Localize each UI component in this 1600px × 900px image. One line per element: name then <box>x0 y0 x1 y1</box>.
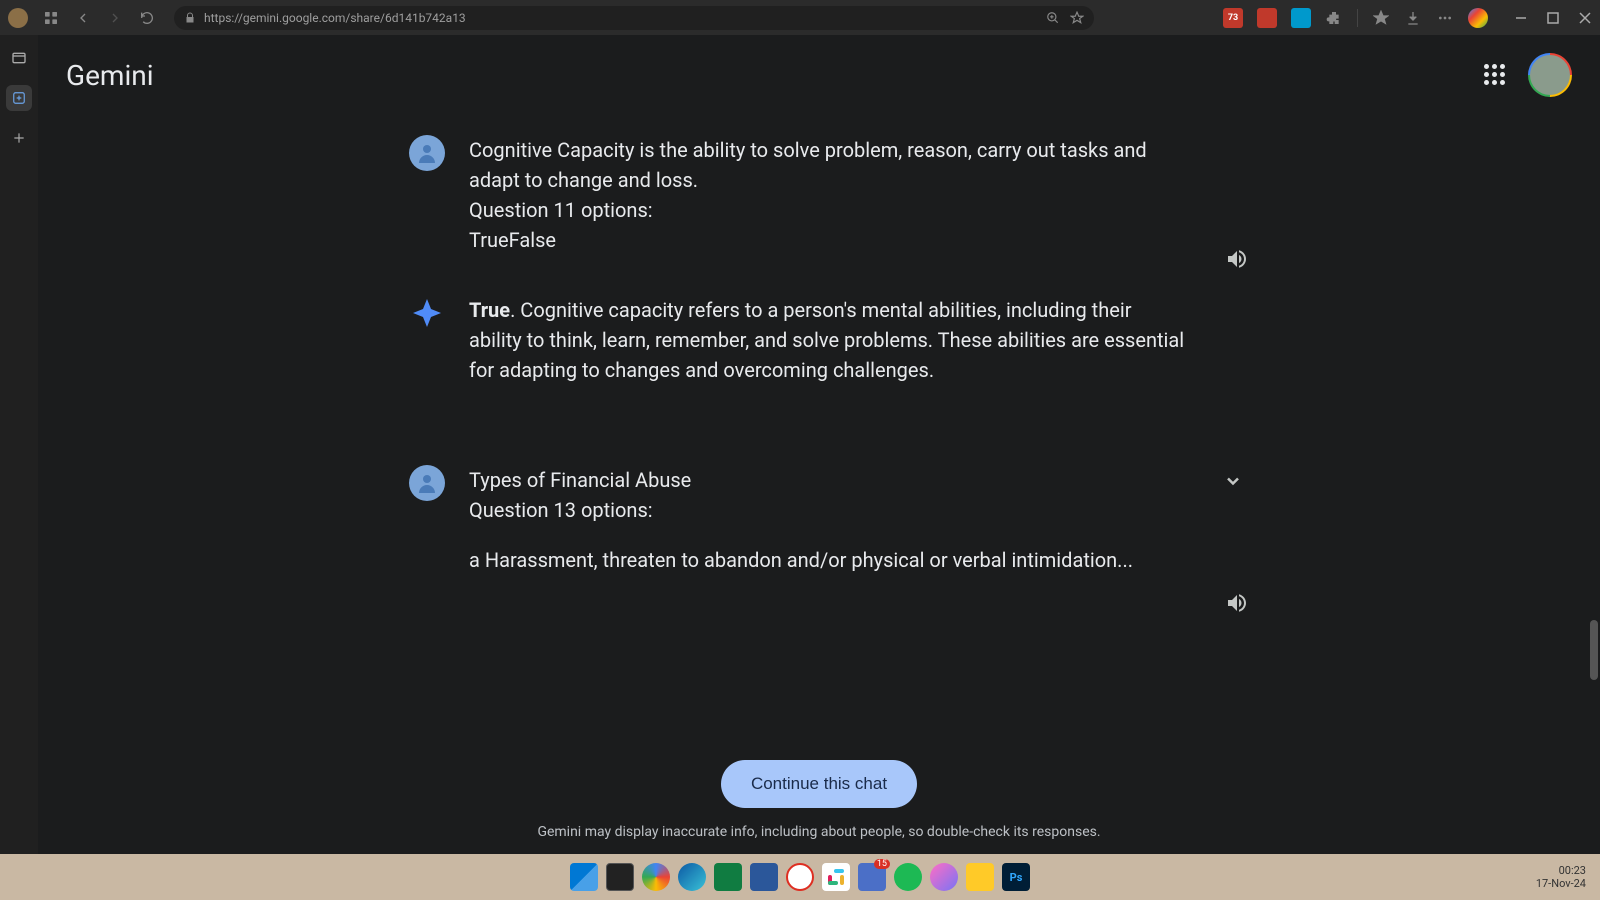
taskbar-clock[interactable]: 00:23 17-Nov-24 <box>1536 864 1600 890</box>
model-text: . Cognitive capacity refers to a person'… <box>469 298 1184 382</box>
taskbar-word-icon[interactable] <box>750 863 778 891</box>
zoom-icon[interactable] <box>1046 11 1060 25</box>
user-message-body: Cognitive Capacity is the ability to sol… <box>469 135 1189 255</box>
taskbar-chrome-icon[interactable] <box>642 863 670 891</box>
taskbar-time: 00:23 <box>1536 864 1586 877</box>
taskbar-spotify-icon[interactable] <box>894 863 922 891</box>
gemini-title[interactable]: Gemini <box>66 59 154 92</box>
user-message: Types of Financial Abuse Question 13 opt… <box>409 465 1229 575</box>
minimize-icon[interactable] <box>1514 11 1528 25</box>
user-text-line: Question 11 options: <box>469 195 1189 225</box>
user-text-line: TrueFalse <box>469 225 1189 255</box>
continue-chat-button[interactable]: Continue this chat <box>721 760 917 808</box>
sidebar-add-icon[interactable] <box>6 125 32 151</box>
browser-toolbar: https://gemini.google.com/share/6d141b74… <box>0 0 1600 35</box>
disclaimer-text: Gemini may display inaccurate info, incl… <box>38 824 1600 854</box>
gemini-header: Gemini <box>38 35 1600 115</box>
url-bar[interactable]: https://gemini.google.com/share/6d141b74… <box>174 6 1094 30</box>
conversation-area: Cognitive Capacity is the ability to sol… <box>38 115 1600 760</box>
sidebar-tabs-icon[interactable] <box>6 45 32 71</box>
user-message: Cognitive Capacity is the ability to sol… <box>409 135 1229 255</box>
taskbar-date: 17-Nov-24 <box>1536 877 1586 890</box>
model-text-bold: True <box>469 298 510 322</box>
taskbar-start-icon[interactable] <box>570 863 598 891</box>
forward-icon[interactable] <box>106 9 124 27</box>
taskbar-slack-icon[interactable] <box>822 863 850 891</box>
user-text-line: Types of Financial Abuse <box>469 465 1133 495</box>
gemini-app: Gemini Cognitive Capacity is the ability… <box>38 35 1600 854</box>
workspaces-icon[interactable] <box>42 9 60 27</box>
extension-blue-icon[interactable] <box>1291 8 1311 28</box>
model-message: True. Cognitive capacity refers to a per… <box>409 295 1229 385</box>
url-text: https://gemini.google.com/share/6d141b74… <box>204 11 466 25</box>
taskbar-teams-icon[interactable]: 15 <box>858 863 886 891</box>
maximize-icon[interactable] <box>1546 11 1560 25</box>
taskbar-edge-icon[interactable] <box>678 863 706 891</box>
google-apps-icon[interactable] <box>1484 64 1506 86</box>
model-message-body: True. Cognitive capacity refers to a per… <box>469 295 1189 385</box>
user-text-line: a Harassment, threaten to abandon and/or… <box>469 545 1133 575</box>
copilot-icon[interactable] <box>1468 8 1488 28</box>
back-icon[interactable] <box>74 9 92 27</box>
taskbar-photoshop-icon[interactable]: Ps <box>1002 863 1030 891</box>
close-icon[interactable] <box>1578 11 1592 25</box>
sidebar-new-tab-icon[interactable] <box>6 85 32 111</box>
extension-red-icon[interactable] <box>1257 8 1277 28</box>
user-avatar-icon <box>409 465 445 501</box>
favorites-icon[interactable] <box>1372 9 1390 27</box>
taskbar-messenger-icon[interactable] <box>930 863 958 891</box>
user-text-line: Cognitive Capacity is the ability to sol… <box>469 135 1189 195</box>
extensions-icon[interactable] <box>1325 9 1343 27</box>
windows-taskbar: 15 Ps 00:23 17-Nov-24 <box>0 854 1600 900</box>
user-avatar-icon <box>409 135 445 171</box>
taskbar-explorer-icon[interactable] <box>966 863 994 891</box>
taskbar-taskview-icon[interactable] <box>606 863 634 891</box>
scrollbar-thumb[interactable] <box>1590 620 1598 680</box>
extension-ublock-icon[interactable]: 73 <box>1223 8 1243 28</box>
user-message-body: Types of Financial Abuse Question 13 opt… <box>469 465 1133 575</box>
downloads-icon[interactable] <box>1404 9 1422 27</box>
browser-profile-icon[interactable] <box>8 8 28 28</box>
user-text-line: Question 13 options: <box>469 495 1133 525</box>
browser-sidebar <box>0 35 38 854</box>
refresh-icon[interactable] <box>138 9 156 27</box>
speaker-icon[interactable] <box>1225 591 1249 615</box>
taskbar-badge: 15 <box>874 859 890 869</box>
chevron-down-icon[interactable] <box>1223 471 1243 491</box>
favorite-icon[interactable] <box>1070 11 1084 25</box>
taskbar-opera-icon[interactable] <box>786 863 814 891</box>
user-avatar[interactable] <box>1528 53 1572 97</box>
more-icon[interactable] <box>1436 9 1454 27</box>
gemini-avatar-icon <box>409 295 445 331</box>
speaker-icon[interactable] <box>1225 247 1249 271</box>
lock-icon <box>184 12 196 24</box>
taskbar-excel-icon[interactable] <box>714 863 742 891</box>
